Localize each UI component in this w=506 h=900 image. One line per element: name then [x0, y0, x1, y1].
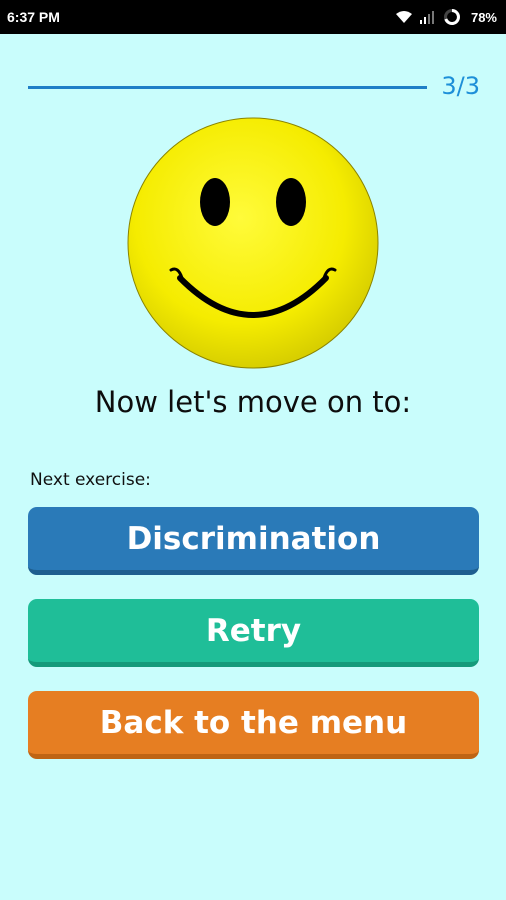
status-bar: 6:37 PM 78%	[0, 0, 506, 34]
status-icons: 78%	[395, 5, 497, 29]
headline: Now let's move on to:	[94, 385, 412, 419]
battery-percent: 78%	[470, 9, 497, 25]
progress-label: 3/3	[441, 72, 480, 100]
progress-fill	[28, 86, 427, 89]
progress-track	[28, 86, 427, 89]
next-exercise-label: Next exercise:	[30, 470, 151, 490]
discrimination-button[interactable]: Discrimination	[28, 507, 479, 575]
back-to-menu-button[interactable]: Back to the menu	[28, 691, 479, 759]
signal-icon	[419, 10, 436, 24]
status-time: 6:37 PM	[7, 9, 60, 25]
battery-ring-icon	[443, 8, 461, 26]
progress-indicator: 3/3	[28, 70, 480, 104]
retry-button[interactable]: Retry	[28, 599, 479, 667]
wifi-icon	[395, 10, 413, 24]
smiley-face-icon	[126, 116, 380, 370]
